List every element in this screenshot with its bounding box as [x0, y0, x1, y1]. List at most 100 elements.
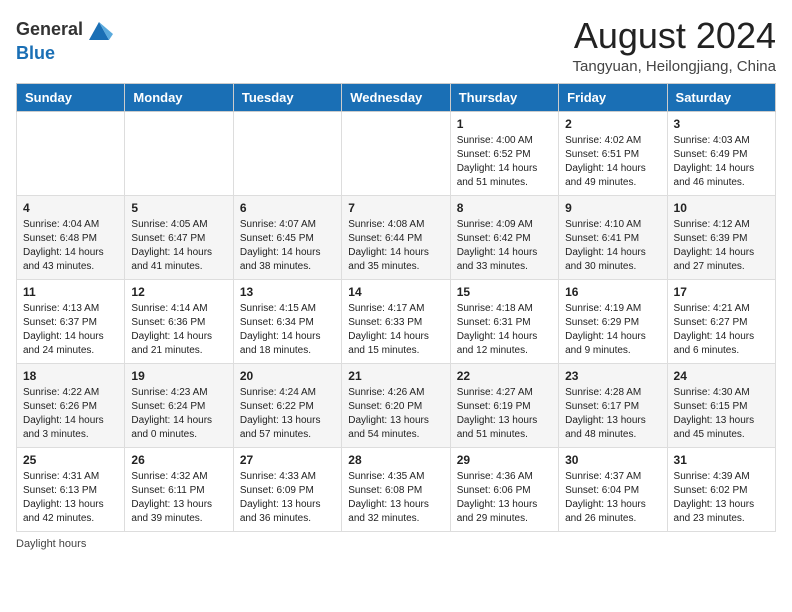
day-detail: Sunrise: 4:36 AM Sunset: 6:06 PM Dayligh…: [457, 470, 552, 526]
calendar-cell: 17 Sunrise: 4:21 AM Sunset: 6:27 PM Dayli…: [667, 279, 775, 363]
calendar-cell: 4Sunrise: 4:04 AM Sunset: 6:48 PM Daylig…: [17, 195, 125, 279]
calendar-cell: 6Sunrise: 4:07 AM Sunset: 6:45 PM Daylig…: [233, 195, 341, 279]
day-detail: Sunrise: 4:09 AM Sunset: 6:42 PM Dayligh…: [457, 218, 552, 274]
day-detail: Sunrise: 4:10 AM Sunset: 6:41 PM Dayligh…: [565, 218, 660, 274]
day-number: 20: [240, 369, 335, 383]
day-number: 2: [565, 117, 660, 131]
day-detail: Sunrise: 4:24 AM Sunset: 6:22 PM Dayligh…: [240, 386, 335, 442]
day-detail: Sunrise: 4:33 AM Sunset: 6:09 PM Dayligh…: [240, 470, 335, 526]
calendar-cell: [342, 111, 450, 195]
day-detail: Sunrise: 4:03 AM Sunset: 6:49 PM Dayligh…: [674, 134, 769, 190]
day-detail: Sunrise: 4:18 AM Sunset: 6:31 PM Dayligh…: [457, 302, 552, 358]
day-detail: Sunrise: 4:08 AM Sunset: 6:44 PM Dayligh…: [348, 218, 443, 274]
calendar-week-row: 4Sunrise: 4:04 AM Sunset: 6:48 PM Daylig…: [17, 195, 776, 279]
day-number: 11: [23, 285, 118, 299]
calendar-cell: 14 Sunrise: 4:17 AM Sunset: 6:33 PM Dayli…: [342, 279, 450, 363]
weekday-header-row: SundayMondayTuesdayWednesdayThursdayFrid…: [17, 83, 776, 111]
day-detail: Sunrise: 4:21 AM Sunset: 6:27 PM Dayligh…: [674, 302, 769, 358]
calendar-cell: 3 Sunrise: 4:03 AM Sunset: 6:49 PM Daylig…: [667, 111, 775, 195]
calendar-cell: 5 Sunrise: 4:05 AM Sunset: 6:47 PM Daylig…: [125, 195, 233, 279]
day-detail: Sunrise: 4:35 AM Sunset: 6:08 PM Dayligh…: [348, 470, 443, 526]
calendar-cell: 27 Sunrise: 4:33 AM Sunset: 6:09 PM Dayli…: [233, 447, 341, 531]
calendar-cell: 7 Sunrise: 4:08 AM Sunset: 6:44 PM Daylig…: [342, 195, 450, 279]
calendar-cell: 11 Sunrise: 4:13 AM Sunset: 6:37 PM Dayli…: [17, 279, 125, 363]
calendar-week-row: 25Sunrise: 4:31 AM Sunset: 6:13 PM Dayli…: [17, 447, 776, 531]
weekday-header-cell: Saturday: [667, 83, 775, 111]
logo-icon: [85, 16, 113, 44]
calendar-cell: 25Sunrise: 4:31 AM Sunset: 6:13 PM Dayli…: [17, 447, 125, 531]
day-number: 6: [240, 201, 335, 215]
day-number: 5: [131, 201, 226, 215]
calendar-cell: 2 Sunrise: 4:02 AM Sunset: 6:51 PM Daylig…: [559, 111, 667, 195]
day-number: 27: [240, 453, 335, 467]
day-detail: Sunrise: 4:17 AM Sunset: 6:33 PM Dayligh…: [348, 302, 443, 358]
calendar-week-row: 18Sunrise: 4:22 AM Sunset: 6:26 PM Dayli…: [17, 363, 776, 447]
day-detail: Sunrise: 4:23 AM Sunset: 6:24 PM Dayligh…: [131, 386, 226, 442]
day-number: 16: [565, 285, 660, 299]
day-detail: Sunrise: 4:26 AM Sunset: 6:20 PM Dayligh…: [348, 386, 443, 442]
day-detail: Sunrise: 4:15 AM Sunset: 6:34 PM Dayligh…: [240, 302, 335, 358]
calendar-cell: 28 Sunrise: 4:35 AM Sunset: 6:08 PM Dayli…: [342, 447, 450, 531]
day-number: 3: [674, 117, 769, 131]
day-number: 18: [23, 369, 118, 383]
calendar-cell: 9 Sunrise: 4:10 AM Sunset: 6:41 PM Daylig…: [559, 195, 667, 279]
day-detail: Sunrise: 4:19 AM Sunset: 6:29 PM Dayligh…: [565, 302, 660, 358]
day-detail: Sunrise: 4:02 AM Sunset: 6:51 PM Dayligh…: [565, 134, 660, 190]
day-number: 31: [674, 453, 769, 467]
title-area: August 2024 Tangyuan, Heilongjiang, Chin…: [573, 16, 776, 75]
page-header: General Blue August 2024 Tangyuan, Heilo…: [16, 16, 776, 75]
calendar-cell: [17, 111, 125, 195]
day-number: 19: [131, 369, 226, 383]
day-number: 8: [457, 201, 552, 215]
calendar-cell: 21 Sunrise: 4:26 AM Sunset: 6:20 PM Dayli…: [342, 363, 450, 447]
day-number: 24: [674, 369, 769, 383]
calendar-week-row: 11 Sunrise: 4:13 AM Sunset: 6:37 PM Dayli…: [17, 279, 776, 363]
day-number: 7: [348, 201, 443, 215]
calendar-cell: 10Sunrise: 4:12 AM Sunset: 6:39 PM Dayli…: [667, 195, 775, 279]
day-number: 30: [565, 453, 660, 467]
weekday-header-cell: Friday: [559, 83, 667, 111]
location-subtitle: Tangyuan, Heilongjiang, China: [573, 58, 776, 75]
calendar-cell: 1Sunrise: 4:00 AM Sunset: 6:52 PM Daylig…: [450, 111, 558, 195]
day-number: 15: [457, 285, 552, 299]
calendar-week-row: 1Sunrise: 4:00 AM Sunset: 6:52 PM Daylig…: [17, 111, 776, 195]
day-detail: Sunrise: 4:05 AM Sunset: 6:47 PM Dayligh…: [131, 218, 226, 274]
logo: General Blue: [16, 16, 113, 64]
day-number: 28: [348, 453, 443, 467]
month-year-title: August 2024: [573, 16, 776, 56]
calendar-cell: 13 Sunrise: 4:15 AM Sunset: 6:34 PM Dayli…: [233, 279, 341, 363]
day-detail: Sunrise: 4:30 AM Sunset: 6:15 PM Dayligh…: [674, 386, 769, 442]
calendar-cell: 30 Sunrise: 4:37 AM Sunset: 6:04 PM Dayli…: [559, 447, 667, 531]
day-detail: Sunrise: 4:37 AM Sunset: 6:04 PM Dayligh…: [565, 470, 660, 526]
calendar-cell: 22 Sunrise: 4:27 AM Sunset: 6:19 PM Dayli…: [450, 363, 558, 447]
day-number: 13: [240, 285, 335, 299]
weekday-header-cell: Wednesday: [342, 83, 450, 111]
calendar-cell: [125, 111, 233, 195]
weekday-header-cell: Thursday: [450, 83, 558, 111]
day-number: 21: [348, 369, 443, 383]
calendar-table: SundayMondayTuesdayWednesdayThursdayFrid…: [16, 83, 776, 532]
day-number: 17: [674, 285, 769, 299]
calendar-cell: 29Sunrise: 4:36 AM Sunset: 6:06 PM Dayli…: [450, 447, 558, 531]
calendar-cell: 24 Sunrise: 4:30 AM Sunset: 6:15 PM Dayli…: [667, 363, 775, 447]
calendar-cell: [233, 111, 341, 195]
day-detail: Sunrise: 4:13 AM Sunset: 6:37 PM Dayligh…: [23, 302, 118, 358]
calendar-cell: 20 Sunrise: 4:24 AM Sunset: 6:22 PM Dayli…: [233, 363, 341, 447]
day-number: 14: [348, 285, 443, 299]
day-detail: Sunrise: 4:00 AM Sunset: 6:52 PM Dayligh…: [457, 134, 552, 190]
calendar-cell: 12 Sunrise: 4:14 AM Sunset: 6:36 PM Dayli…: [125, 279, 233, 363]
day-number: 10: [674, 201, 769, 215]
logo-general: General: [16, 20, 83, 40]
day-detail: Sunrise: 4:28 AM Sunset: 6:17 PM Dayligh…: [565, 386, 660, 442]
weekday-header-cell: Monday: [125, 83, 233, 111]
day-number: 22: [457, 369, 552, 383]
day-detail: Sunrise: 4:04 AM Sunset: 6:48 PM Dayligh…: [23, 218, 118, 274]
day-detail: Sunrise: 4:27 AM Sunset: 6:19 PM Dayligh…: [457, 386, 552, 442]
calendar-cell: 19 Sunrise: 4:23 AM Sunset: 6:24 PM Dayli…: [125, 363, 233, 447]
calendar-cell: 15 Sunrise: 4:18 AM Sunset: 6:31 PM Dayli…: [450, 279, 558, 363]
day-number: 23: [565, 369, 660, 383]
day-number: 9: [565, 201, 660, 215]
day-detail: Sunrise: 4:39 AM Sunset: 6:02 PM Dayligh…: [674, 470, 769, 526]
day-detail: Sunrise: 4:14 AM Sunset: 6:36 PM Dayligh…: [131, 302, 226, 358]
day-number: 12: [131, 285, 226, 299]
